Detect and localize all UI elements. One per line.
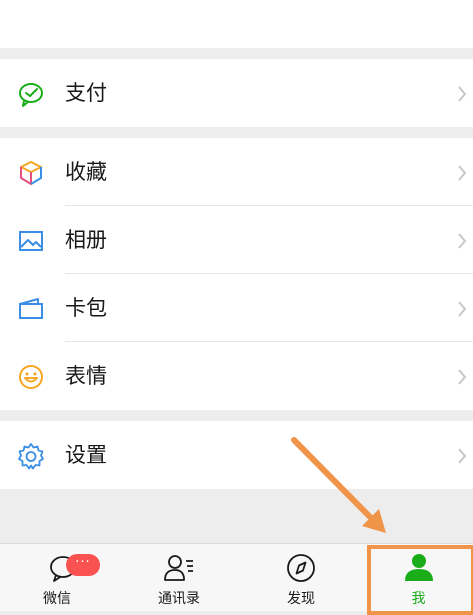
annotation-highlight-box — [367, 545, 473, 615]
annotation-arrow — [291, 437, 386, 533]
